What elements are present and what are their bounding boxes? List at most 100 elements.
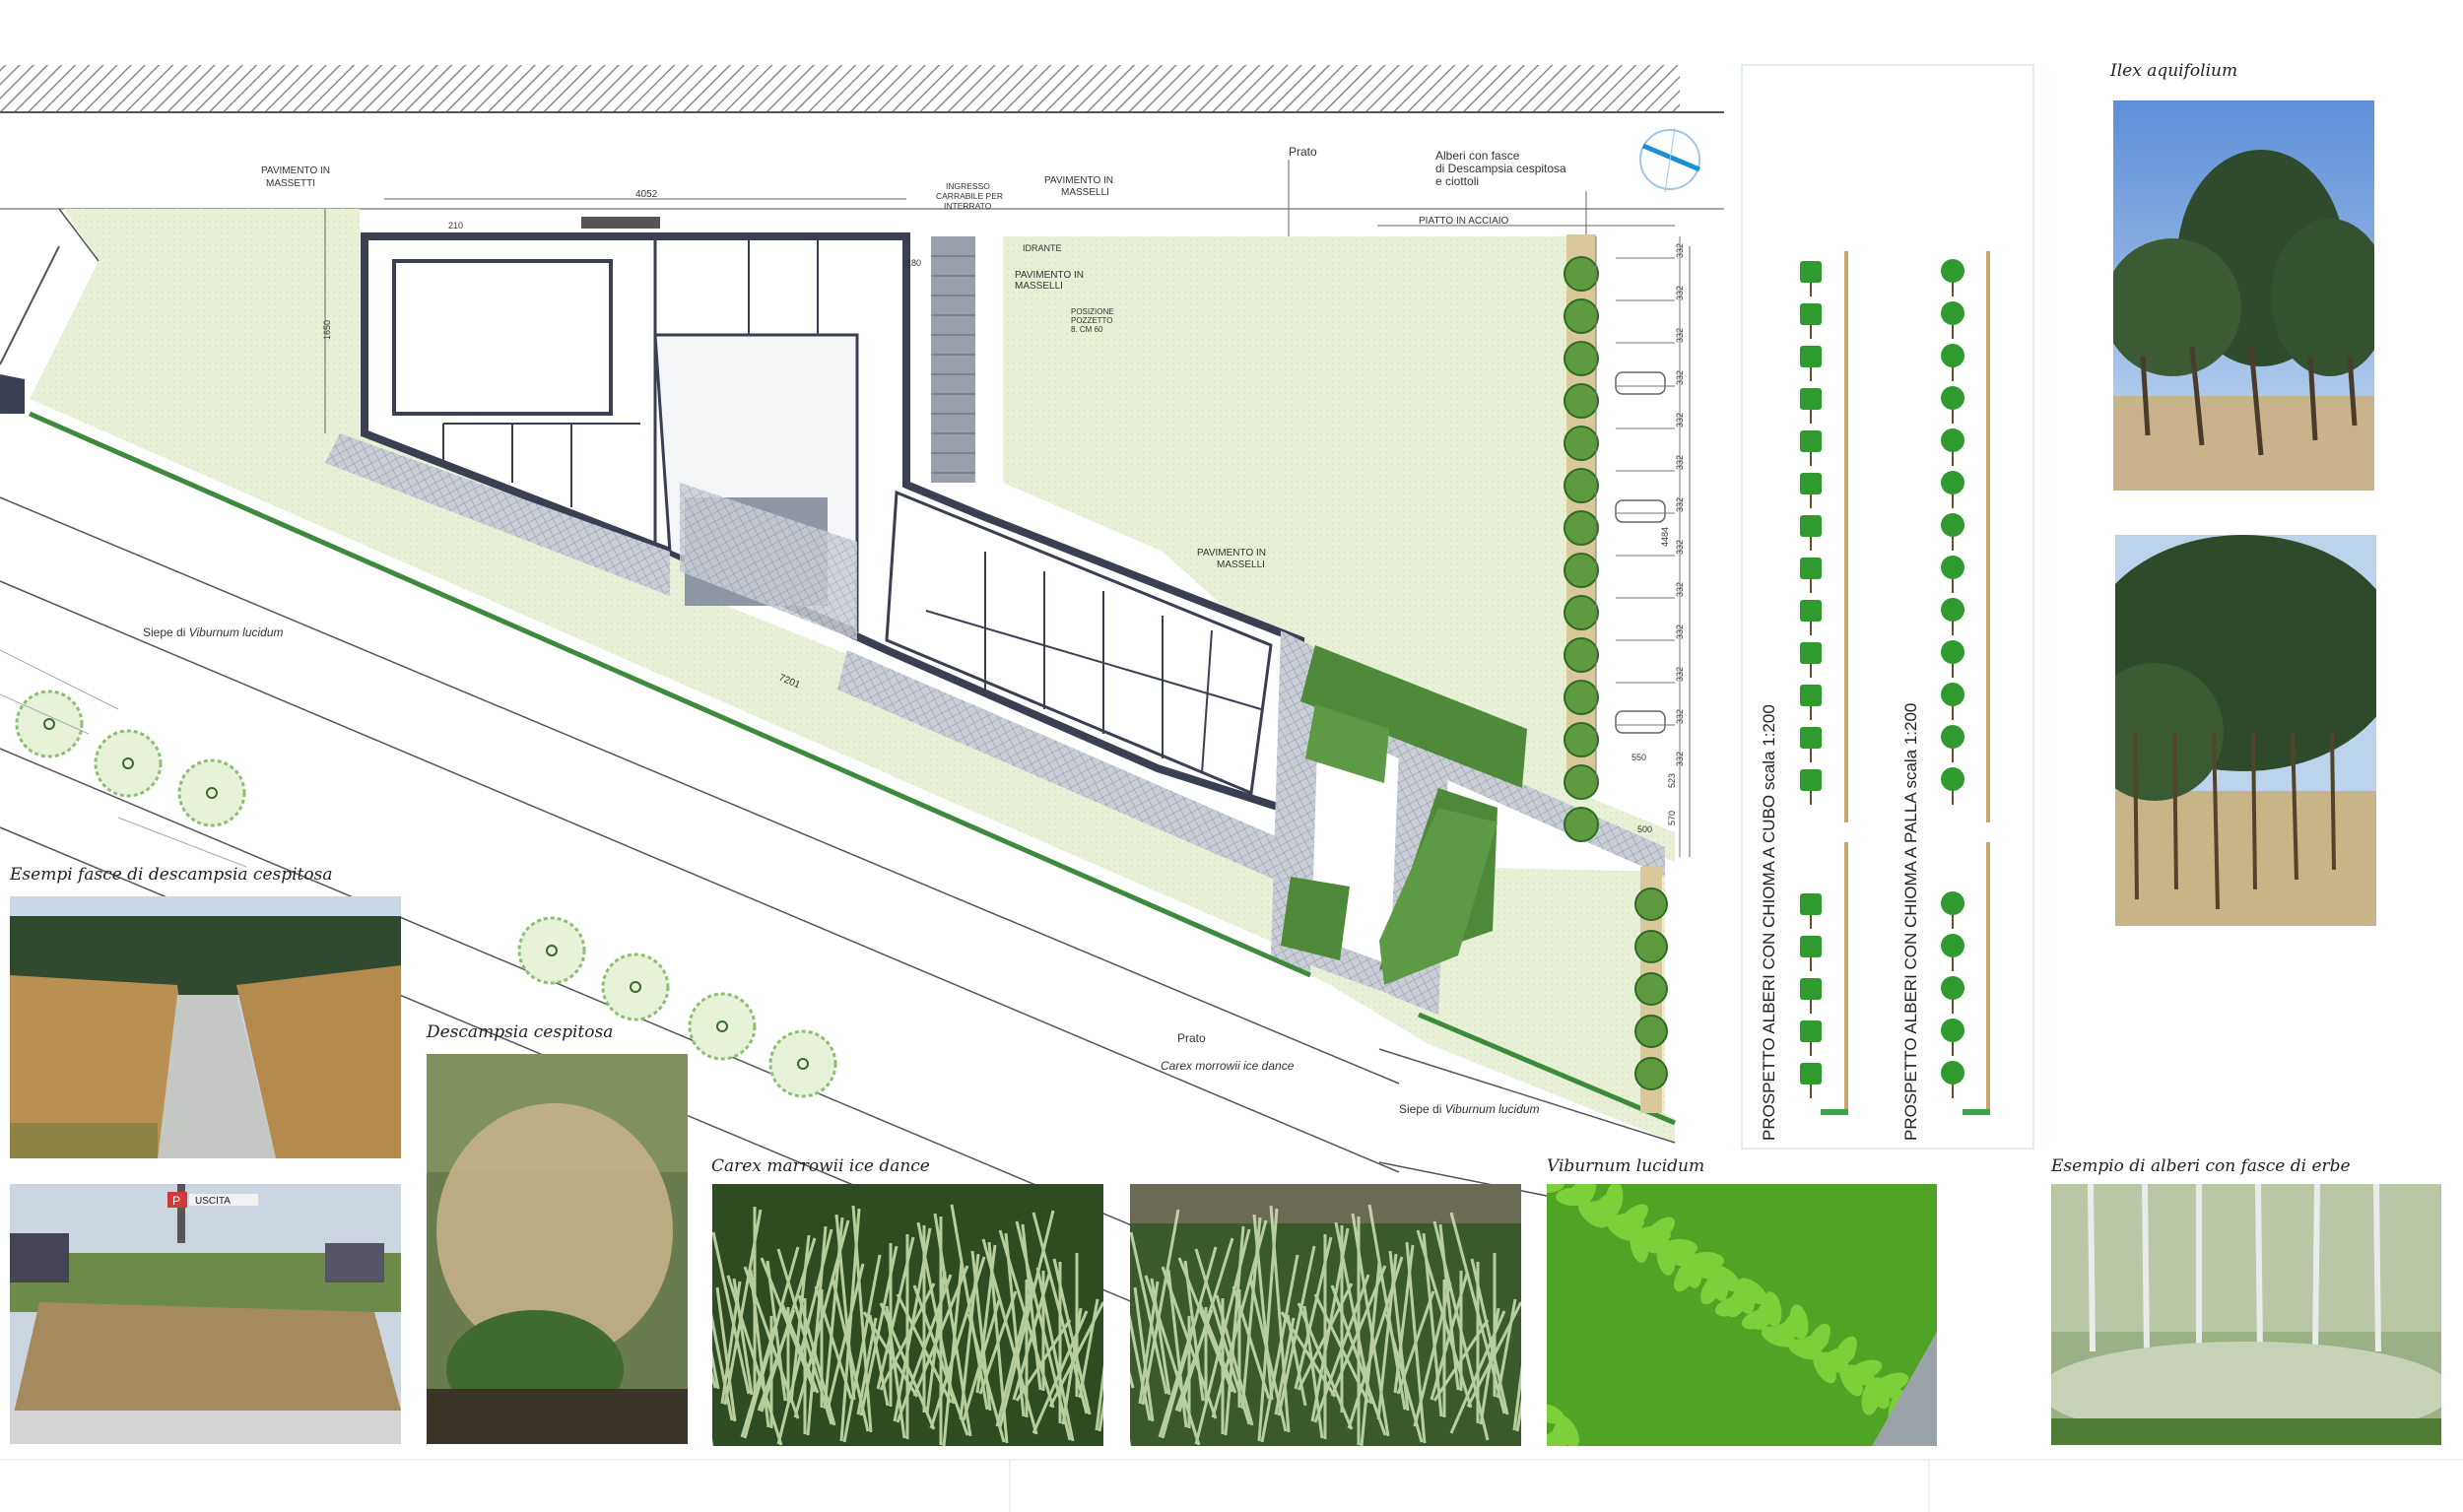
plan-tree-icon	[1564, 510, 1599, 546]
dim-332-label: 332	[1675, 582, 1685, 597]
elevation-tree-ball-icon	[1941, 683, 1964, 706]
elevation-tree-cube-icon	[1800, 558, 1822, 579]
photo-descampsia	[427, 1054, 688, 1444]
shrub-icon	[94, 729, 163, 798]
elevation-tree-cube-icon	[1800, 1020, 1822, 1042]
shrub-icon	[177, 758, 246, 827]
label-posizione-2: POZZETTO	[1071, 316, 1113, 325]
label-pav-masseti-2: MASSETTI	[266, 178, 315, 189]
label-alberi-2: di Descampsia cespitosa	[1435, 162, 1566, 175]
plan-tree-icon	[1564, 595, 1599, 630]
label-pav-masselli2-2: MASSELLI	[1015, 281, 1063, 292]
north-arrow-icon	[1639, 127, 1700, 193]
elevation-tree-ball-icon	[1941, 725, 1964, 749]
elevation-tree-cube-icon	[1800, 978, 1822, 1000]
elevation-tree-cube-icon	[1800, 430, 1822, 452]
plan-tree-icon	[1564, 722, 1599, 757]
dim-1650: 1650	[322, 320, 332, 340]
plan-tree-icon	[1564, 383, 1599, 419]
label-idrante: IDRANTE	[1023, 243, 1062, 253]
elevation-tree-cube-icon	[1800, 685, 1822, 706]
dim-500: 500	[1637, 824, 1652, 834]
elevation-tree-cube-icon	[1800, 515, 1822, 537]
label-pav-masselli3-1: PAVIMENTO IN	[1197, 548, 1266, 559]
label-ingresso-1: INGRESSO	[946, 181, 990, 191]
label-siepe-right-prefix: Siepe di	[1399, 1102, 1445, 1116]
label-siepe-left-prefix: Siepe di	[143, 625, 189, 639]
elevation-tree-ball-icon	[1941, 301, 1964, 325]
shrub-icon	[601, 953, 670, 1021]
label-piatto: PIATTO IN ACCIAIO	[1419, 216, 1509, 227]
label-pav-masselli3-2: MASSELLI	[1217, 559, 1265, 570]
shrub-icon	[688, 992, 757, 1061]
dim-332-label: 332	[1675, 752, 1685, 766]
elevation-tree-ball-icon	[1941, 428, 1964, 452]
label-posizione-3: 8. CM 60	[1071, 325, 1103, 334]
elevation-tree-cube-icon	[1800, 893, 1822, 915]
dim-4052: 4052	[635, 189, 658, 200]
label-posizione-1: POSIZIONE	[1071, 307, 1114, 316]
shrub-icon	[15, 690, 84, 758]
elevation-tree-cube-icon	[1800, 346, 1822, 367]
elevation-tree-cube-icon	[1800, 388, 1822, 410]
label-pav-masselli2-1: PAVIMENTO IN	[1015, 270, 1084, 281]
plan-tree-icon	[1634, 1015, 1668, 1048]
dim-180: 180	[906, 258, 921, 268]
elevation-tree-ball-icon	[1941, 767, 1964, 791]
caption-ilex: Ilex aquifolium	[2110, 61, 2238, 81]
elevation-tree-cube-icon	[1800, 1063, 1822, 1085]
plan-tree-icon	[1564, 341, 1599, 376]
elevation-cubo-title: PROSPETTO ALBERI CON CHIOMA A CUBO scala…	[1760, 704, 1778, 1141]
plan-tree-icon	[1564, 298, 1599, 334]
sign-parking-text: P	[172, 1194, 180, 1208]
dim-332-label: 332	[1675, 286, 1685, 300]
dim-4484: 4484	[1660, 527, 1670, 547]
caption-carex: Carex marrowii ice dance	[711, 1156, 930, 1176]
label-pav-masselli-1: PAVIMENTO IN	[1044, 175, 1113, 186]
plan-tree-icon	[1564, 553, 1599, 588]
label-prato-bottom: Prato	[1177, 1031, 1206, 1045]
elevation-tree-ball-icon	[1941, 976, 1964, 1000]
label-siepe-left-species: Viburnum lucidum	[189, 625, 284, 639]
dim-210: 210	[448, 221, 463, 230]
elevation-tree-ball-icon	[1941, 513, 1964, 537]
leaf-shape	[1662, 1239, 1697, 1257]
dim-332-label: 332	[1675, 370, 1685, 385]
photo-esempi-fasce	[10, 896, 401, 1158]
elevation-tree-ball-icon	[1941, 259, 1964, 283]
dim-332-label: 332	[1675, 709, 1685, 724]
photo-viburnum	[1547, 1184, 1937, 1446]
elevation-tree-ball-icon	[1941, 344, 1964, 367]
elevation-tree-cube-icon	[1800, 473, 1822, 494]
elevation-tree-cube-icon	[1800, 600, 1822, 622]
caption-esempi-fasce: Esempi fasce di descampsia cespitosa	[10, 865, 333, 885]
label-siepe-right: Siepe di Viburnum lucidum	[1399, 1102, 1540, 1116]
elevation-tree-ball-icon	[1941, 934, 1964, 957]
photo-ilex-2	[2115, 535, 2376, 926]
label-alberi-1: Alberi con fasce	[1435, 149, 1520, 163]
hatched-boundary	[0, 65, 1680, 112]
dim-332-label: 332	[1675, 540, 1685, 555]
photo-parking-grass: P USCITA	[10, 1184, 401, 1444]
elevation-tree-cube-icon	[1800, 769, 1822, 791]
dim-332-label: 332	[1675, 497, 1685, 512]
elevation-tree-ball-icon	[1941, 556, 1964, 579]
elevation-tree-cube-icon	[1800, 642, 1822, 664]
label-alberi-3: e ciottoli	[1435, 174, 1479, 188]
photo-esempio-alberi	[2051, 1184, 2441, 1445]
label-siepe-right-species: Viburnum lucidum	[1445, 1102, 1540, 1116]
label-ingresso-3: INTERRATO	[944, 201, 992, 211]
photo-ilex-1	[2113, 100, 2374, 491]
plan-tree-icon	[1634, 887, 1668, 921]
plan-tree-icon	[1564, 426, 1599, 461]
dim-332-label: 332	[1675, 455, 1685, 470]
plan-tree-icon	[1564, 468, 1599, 503]
elevation-tree-cube-icon	[1800, 936, 1822, 957]
plan-tree-icon	[1564, 680, 1599, 715]
label-carex-plan: Carex morrowii ice dance	[1161, 1059, 1295, 1073]
elevation-tree-cube-icon	[1800, 303, 1822, 325]
label-ingresso-2: CARRABILE PER	[936, 191, 1003, 201]
elevation-tree-ball-icon	[1941, 1061, 1964, 1085]
car-icon	[1615, 371, 1666, 734]
plan-tree-icon	[1634, 930, 1668, 963]
